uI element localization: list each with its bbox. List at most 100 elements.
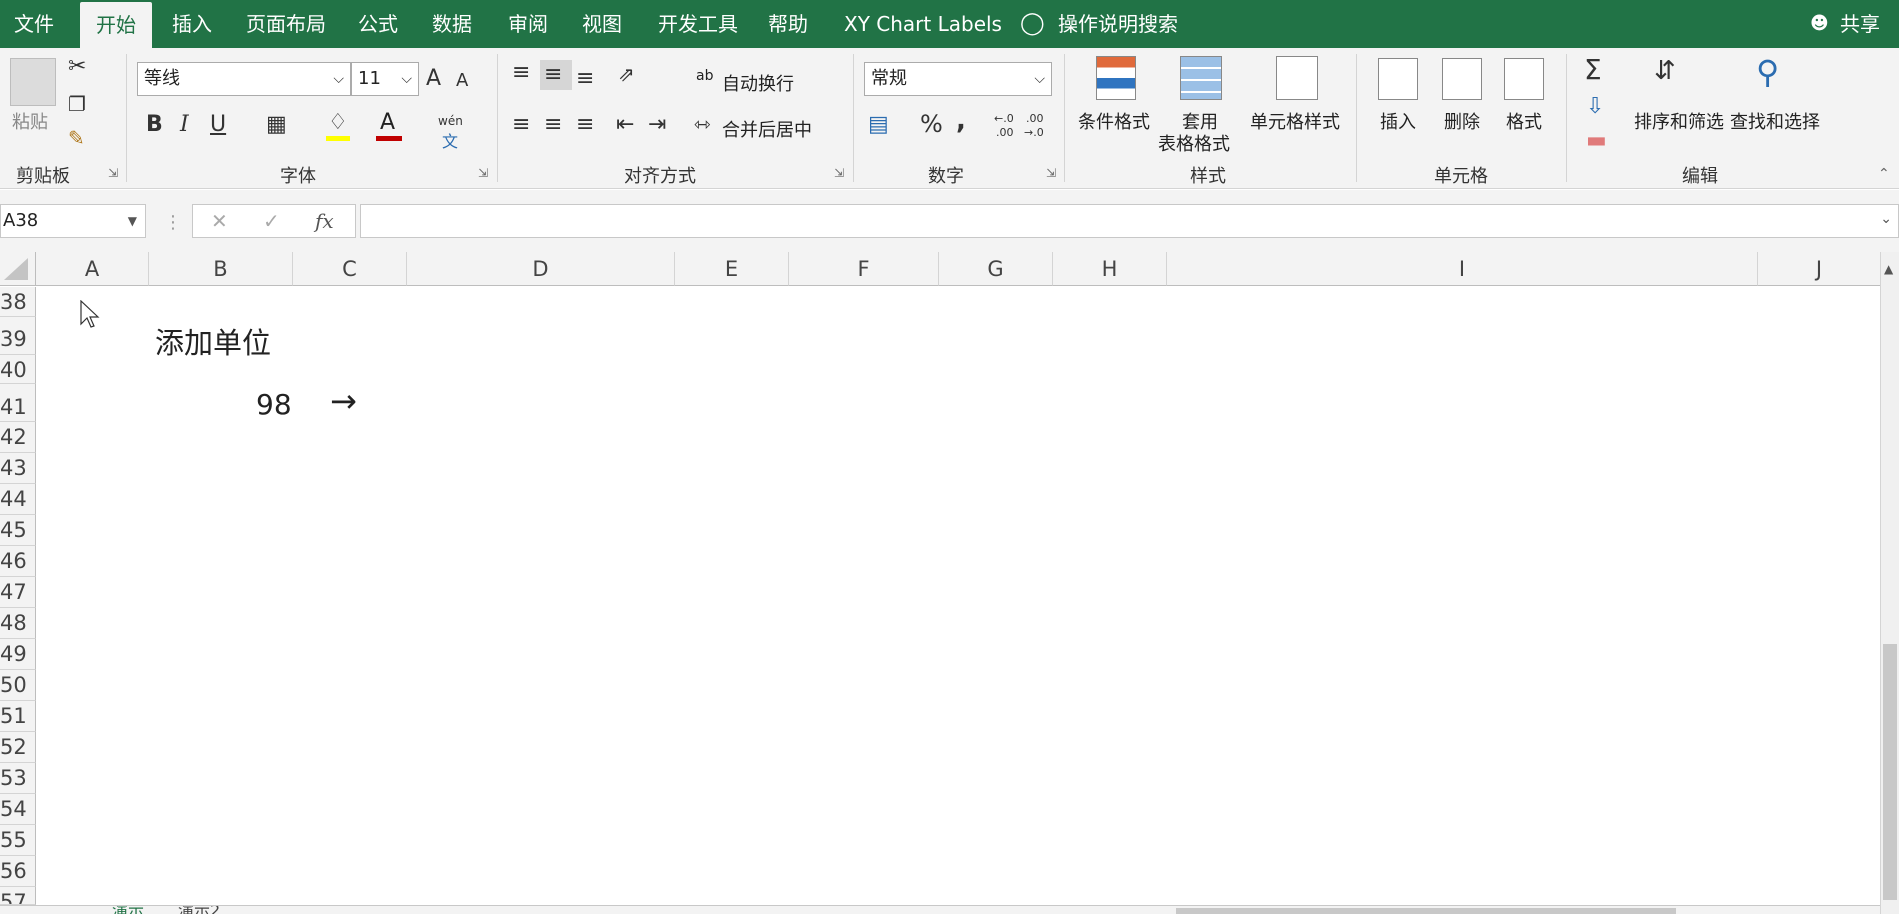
align-center-icon[interactable]: ≡ xyxy=(544,114,562,136)
sort-filter-button[interactable]: 排序和筛选 xyxy=(1634,108,1724,134)
col-header-a[interactable]: A xyxy=(36,252,149,286)
format-as-table-icon[interactable] xyxy=(1180,56,1222,100)
percent-button[interactable]: % xyxy=(920,112,943,136)
dialog-launcher-icon[interactable]: ⇲ xyxy=(834,166,844,180)
share-button[interactable]: 共享 xyxy=(1840,0,1880,48)
col-header-f[interactable]: F xyxy=(789,252,939,286)
select-all-corner[interactable] xyxy=(0,252,36,286)
paste-icon[interactable] xyxy=(10,58,56,106)
col-header-g[interactable]: G xyxy=(939,252,1053,286)
dialog-launcher-icon[interactable]: ⇲ xyxy=(108,166,118,180)
format-cells-icon[interactable] xyxy=(1504,58,1544,100)
insert-function-button[interactable]: fx xyxy=(315,209,334,233)
row-header[interactable]: 42 xyxy=(0,422,36,453)
accounting-icon[interactable]: ▤ xyxy=(868,114,889,136)
merge-center-button[interactable]: 合并后居中 xyxy=(722,116,812,142)
row-header[interactable]: 44 xyxy=(0,484,36,515)
row-header[interactable]: 45 xyxy=(0,515,36,546)
fill-color-icon[interactable]: ♢ xyxy=(328,112,348,134)
col-header-i[interactable]: I xyxy=(1167,252,1758,286)
cancel-icon[interactable]: ✕ xyxy=(211,209,228,233)
row-header[interactable]: 48 xyxy=(0,608,36,639)
font-color-icon[interactable]: A xyxy=(380,112,395,134)
cell-c41[interactable]: → xyxy=(330,382,357,420)
wrap-text-button[interactable]: 自动换行 xyxy=(722,70,794,96)
horizontal-scrollbar[interactable] xyxy=(1176,908,1676,914)
decrease-decimal-top[interactable]: .00 xyxy=(1026,112,1044,125)
cut-icon[interactable]: ✂ xyxy=(68,56,86,78)
align-bottom-icon[interactable]: ≡ xyxy=(576,68,594,90)
row-header[interactable]: 53 xyxy=(0,763,36,794)
phonetic-icon[interactable]: wén xyxy=(438,114,463,128)
tab-insert[interactable]: 插入 xyxy=(172,0,212,48)
align-right-icon[interactable]: ≡ xyxy=(576,114,594,136)
row-header[interactable]: 43 xyxy=(0,453,36,484)
row-header[interactable]: 38 xyxy=(0,287,36,317)
col-header-d[interactable]: D xyxy=(407,252,675,286)
tab-page-layout[interactable]: 页面布局 xyxy=(246,0,326,48)
comma-button[interactable]: , xyxy=(956,108,966,134)
row-header[interactable]: 50 xyxy=(0,670,36,701)
tab-formulas[interactable]: 公式 xyxy=(358,0,398,48)
conditional-format-icon[interactable] xyxy=(1096,56,1136,100)
cell-styles-icon[interactable] xyxy=(1276,56,1318,100)
row-header[interactable]: 55 xyxy=(0,825,36,856)
row-header[interactable]: 54 xyxy=(0,794,36,825)
vertical-scrollbar[interactable]: ▲ xyxy=(1880,252,1899,914)
expand-formula-icon[interactable]: ⌄ xyxy=(1880,211,1892,227)
cell-b39[interactable]: 添加单位 xyxy=(155,320,271,362)
dialog-launcher-icon[interactable]: ⇲ xyxy=(478,166,488,180)
row-header[interactable]: 57 xyxy=(0,887,36,905)
col-header-h[interactable]: H xyxy=(1053,252,1167,286)
row-header[interactable]: 51 xyxy=(0,701,36,732)
conditional-format-button[interactable]: 条件格式 xyxy=(1078,108,1150,134)
font-name-combo[interactable]: 等线 ⌵ xyxy=(137,62,351,96)
row-header[interactable]: 40 xyxy=(0,355,36,384)
col-header-c[interactable]: C xyxy=(293,252,407,286)
tab-data[interactable]: 数据 xyxy=(432,0,472,48)
increase-indent-icon[interactable]: ⇥ xyxy=(648,114,666,136)
chevron-down-icon[interactable]: ▼ xyxy=(128,205,137,237)
autosum-button[interactable]: Σ xyxy=(1584,56,1602,84)
tab-view[interactable]: 视图 xyxy=(582,0,622,48)
row-header[interactable]: 41 xyxy=(0,384,36,422)
tab-xy-chart-labels[interactable]: XY Chart Labels xyxy=(844,0,1002,48)
tab-developer[interactable]: 开发工具 xyxy=(658,0,738,48)
tab-help[interactable]: 帮助 xyxy=(768,0,808,48)
row-header[interactable]: 47 xyxy=(0,577,36,608)
sheet-tab-2[interactable]: 演示2 xyxy=(178,906,220,914)
worksheet-grid[interactable]: A B C D E F G H I J 38 39 40 41 42 43 44… xyxy=(0,252,1899,914)
tab-review[interactable]: 审阅 xyxy=(508,0,548,48)
insert-cells-icon[interactable] xyxy=(1378,58,1418,100)
format-as-table-line2[interactable]: 表格格式 xyxy=(1158,130,1230,156)
col-header-e[interactable]: E xyxy=(675,252,789,286)
col-header-j[interactable]: J xyxy=(1758,252,1880,286)
bold-button[interactable]: B xyxy=(146,114,163,136)
align-left-icon[interactable]: ≡ xyxy=(512,114,530,136)
delete-cells-button[interactable]: 删除 xyxy=(1444,108,1480,134)
sheet-tab-1[interactable]: 演示 xyxy=(112,906,144,914)
name-box[interactable]: A38 ▼ xyxy=(0,204,146,238)
sort-filter-icon[interactable]: ⇵ xyxy=(1654,58,1676,84)
italic-button[interactable]: I xyxy=(180,114,189,136)
format-cells-button[interactable]: 格式 xyxy=(1506,108,1542,134)
collapse-ribbon-icon[interactable]: ⌃ xyxy=(1878,166,1890,182)
font-size-combo[interactable]: 11 ⌵ xyxy=(351,62,419,96)
number-format-combo[interactable]: 常规 ⌵ xyxy=(864,62,1052,96)
grow-font-icon[interactable]: A xyxy=(426,68,441,90)
find-select-button[interactable]: 查找和选择 xyxy=(1730,108,1820,134)
copy-icon[interactable]: ❐ xyxy=(68,94,86,114)
enter-icon[interactable]: ✓ xyxy=(263,209,280,233)
formula-input[interactable]: ⌄ xyxy=(360,204,1899,238)
align-top-icon[interactable]: ≡ xyxy=(512,62,530,84)
paste-button[interactable]: 粘贴 xyxy=(12,108,48,134)
tell-me-search[interactable]: 操作说明搜索 xyxy=(1058,0,1178,48)
format-painter-icon[interactable]: ✎ xyxy=(68,128,85,148)
scrollbar-thumb[interactable] xyxy=(1883,644,1897,900)
delete-cells-icon[interactable] xyxy=(1442,58,1482,100)
find-select-icon[interactable]: ⚲ xyxy=(1756,56,1779,88)
orientation-icon[interactable]: ⇗ xyxy=(618,64,635,84)
row-header[interactable]: 52 xyxy=(0,732,36,763)
tab-home[interactable]: 开始 xyxy=(80,2,152,50)
row-header[interactable]: 39 xyxy=(0,317,36,355)
